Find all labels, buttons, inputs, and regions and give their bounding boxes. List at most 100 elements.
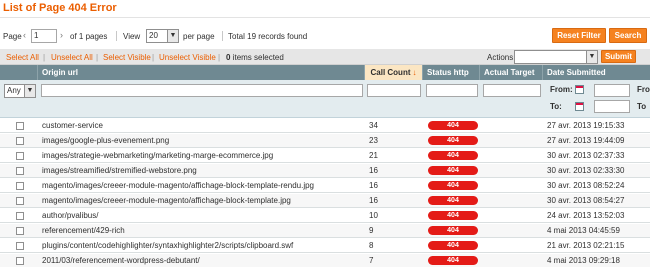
select-visible-link[interactable]: Select Visible bbox=[103, 53, 151, 62]
sort-desc-icon: ↓ bbox=[412, 68, 417, 77]
row-checkbox[interactable] bbox=[16, 242, 24, 250]
date-cell: 30 avr. 2013 02:33:30 bbox=[547, 166, 625, 175]
status-badge: 404 bbox=[428, 151, 478, 160]
table-row[interactable]: referencement/429-rich 9 404 4 mai 2013 … bbox=[0, 224, 650, 238]
date-cell: 27 avr. 2013 19:44:09 bbox=[547, 136, 625, 145]
table-row[interactable]: images/google-plus-evenement.png 23 404 … bbox=[0, 134, 650, 148]
call-count-cell: 16 bbox=[369, 166, 378, 175]
reset-filter-button[interactable]: Reset Filter bbox=[552, 28, 606, 43]
date-from-input[interactable] bbox=[594, 84, 630, 97]
next-page-icon[interactable]: › bbox=[60, 30, 63, 40]
date-cell: 24 avr. 2013 13:52:03 bbox=[547, 211, 625, 220]
grid-header: Origin url Call Count ↓ Status http Actua… bbox=[0, 65, 650, 80]
actions-select[interactable]: ▼ bbox=[514, 50, 598, 64]
origin-url-header[interactable]: Origin url bbox=[38, 65, 365, 80]
row-checkbox[interactable] bbox=[16, 227, 24, 235]
unselect-visible-link[interactable]: Unselect Visible bbox=[159, 53, 216, 62]
chevron-down-icon: ▼ bbox=[167, 30, 178, 42]
table-row[interactable]: author/pvalibus/ 10 404 24 avr. 2013 13:… bbox=[0, 209, 650, 223]
call-count-cell: 8 bbox=[369, 241, 374, 250]
date-to-label-right: To bbox=[637, 102, 647, 111]
date-to-label: To: bbox=[550, 102, 562, 111]
status-badge: 404 bbox=[428, 211, 478, 220]
status-badge: 404 bbox=[428, 256, 478, 265]
separator: | bbox=[43, 53, 46, 62]
any-option: Any bbox=[7, 86, 21, 95]
search-button[interactable]: Search bbox=[609, 28, 647, 43]
massaction-filter-select[interactable]: Any ▼ bbox=[4, 84, 36, 98]
date-from-label-right: From bbox=[637, 85, 650, 94]
prev-page-icon[interactable]: ‹ bbox=[23, 30, 26, 40]
table-row[interactable]: customer-service 34 404 27 avr. 2013 19:… bbox=[0, 119, 650, 133]
origin-url-cell: magento/images/creeer-module-magento/aff… bbox=[42, 196, 291, 205]
separator: | bbox=[96, 53, 99, 62]
origin-url-cell: images/streamified/stremified-webstore.p… bbox=[42, 166, 197, 175]
page-title: List of Page 404 Error bbox=[3, 2, 117, 14]
call-count-cell: 9 bbox=[369, 226, 374, 235]
date-to-input[interactable] bbox=[594, 100, 630, 113]
status-badge: 404 bbox=[428, 166, 478, 175]
title-bar: List of Page 404 Error bbox=[0, 0, 650, 18]
per-page-value: 20 bbox=[149, 31, 158, 40]
status-badge: 404 bbox=[428, 196, 478, 205]
call-count-filter[interactable] bbox=[367, 84, 421, 97]
actual-target-header[interactable]: Actual Target bbox=[480, 65, 543, 80]
row-checkbox[interactable] bbox=[16, 152, 24, 160]
items-count: 0 bbox=[226, 53, 231, 62]
row-checkbox[interactable] bbox=[16, 197, 24, 205]
filter-row: Any ▼ From: From To: To bbox=[0, 80, 650, 118]
of-pages-text: of 1 pages bbox=[70, 32, 108, 41]
table-row[interactable]: magento/images/creeer-module-magento/aff… bbox=[0, 179, 650, 193]
table-row[interactable]: plugins/content/codehighlighter/syntaxhi… bbox=[0, 239, 650, 253]
select-all-link[interactable]: Select All bbox=[6, 53, 39, 62]
status-http-filter[interactable] bbox=[426, 84, 478, 97]
origin-url-cell: images/strategie-webmarketing/marketing-… bbox=[42, 151, 274, 160]
row-checkbox[interactable] bbox=[16, 122, 24, 130]
origin-url-cell: referencement/429-rich bbox=[42, 226, 125, 235]
page-input[interactable]: 1 bbox=[31, 29, 57, 43]
call-count-cell: 34 bbox=[369, 121, 378, 130]
date-submitted-header[interactable]: Date Submitted bbox=[543, 65, 650, 80]
page-label: Page bbox=[3, 32, 22, 41]
items-label: items selected bbox=[232, 53, 284, 62]
row-checkbox[interactable] bbox=[16, 212, 24, 220]
view-label: View bbox=[123, 32, 141, 41]
separator: | bbox=[218, 53, 221, 62]
origin-url-cell: customer-service bbox=[42, 121, 103, 130]
table-row[interactable]: images/strategie-webmarketing/marketing-… bbox=[0, 149, 650, 163]
table-row[interactable]: images/streamified/stremified-webstore.p… bbox=[0, 164, 650, 178]
actual-target-filter[interactable] bbox=[483, 84, 541, 97]
table-row[interactable]: magento/images/creeer-module-magento/aff… bbox=[0, 194, 650, 208]
table-row[interactable]: 2011/03/referencement-wordpress-debutant… bbox=[0, 254, 650, 267]
chevron-down-icon: ▼ bbox=[586, 51, 597, 63]
actions-label: Actions bbox=[487, 53, 514, 62]
status-badge: 404 bbox=[428, 181, 478, 190]
row-checkbox[interactable] bbox=[16, 182, 24, 190]
call-count-header[interactable]: Call Count ↓ bbox=[365, 65, 423, 80]
origin-url-cell: 2011/03/referencement-wordpress-debutant… bbox=[42, 256, 200, 265]
row-checkbox[interactable] bbox=[16, 167, 24, 175]
status-badge: 404 bbox=[428, 136, 478, 145]
pager-divider bbox=[116, 31, 117, 41]
calendar-icon[interactable] bbox=[575, 102, 584, 111]
call-count-cell: 23 bbox=[369, 136, 378, 145]
row-checkbox[interactable] bbox=[16, 257, 24, 265]
pager-row: Page ‹ 1 › of 1 pages View 20 ▼ per page… bbox=[0, 26, 650, 46]
chevron-down-icon: ▼ bbox=[24, 85, 35, 97]
total-records: Total 19 records found bbox=[228, 32, 308, 41]
status-http-header[interactable]: Status http bbox=[423, 65, 480, 80]
checkbox-column-header bbox=[0, 65, 38, 80]
origin-url-filter[interactable] bbox=[41, 84, 363, 97]
separator: | bbox=[152, 53, 155, 62]
date-cell: 30 avr. 2013 02:37:33 bbox=[547, 151, 625, 160]
unselect-all-link[interactable]: Unselect All bbox=[51, 53, 93, 62]
per-page-select[interactable]: 20 ▼ bbox=[146, 29, 179, 43]
calendar-icon[interactable] bbox=[575, 85, 584, 94]
row-checkbox[interactable] bbox=[16, 137, 24, 145]
submit-button[interactable]: Submit bbox=[601, 50, 636, 63]
call-count-label: Call Count bbox=[370, 68, 411, 77]
date-cell: 21 avr. 2013 02:21:15 bbox=[547, 241, 625, 250]
origin-url-cell: magento/images/creeer-module-magento/aff… bbox=[42, 181, 314, 190]
date-from-label: From: bbox=[550, 85, 573, 94]
massaction-bar: Select All | Unselect All | Select Visib… bbox=[0, 49, 650, 65]
